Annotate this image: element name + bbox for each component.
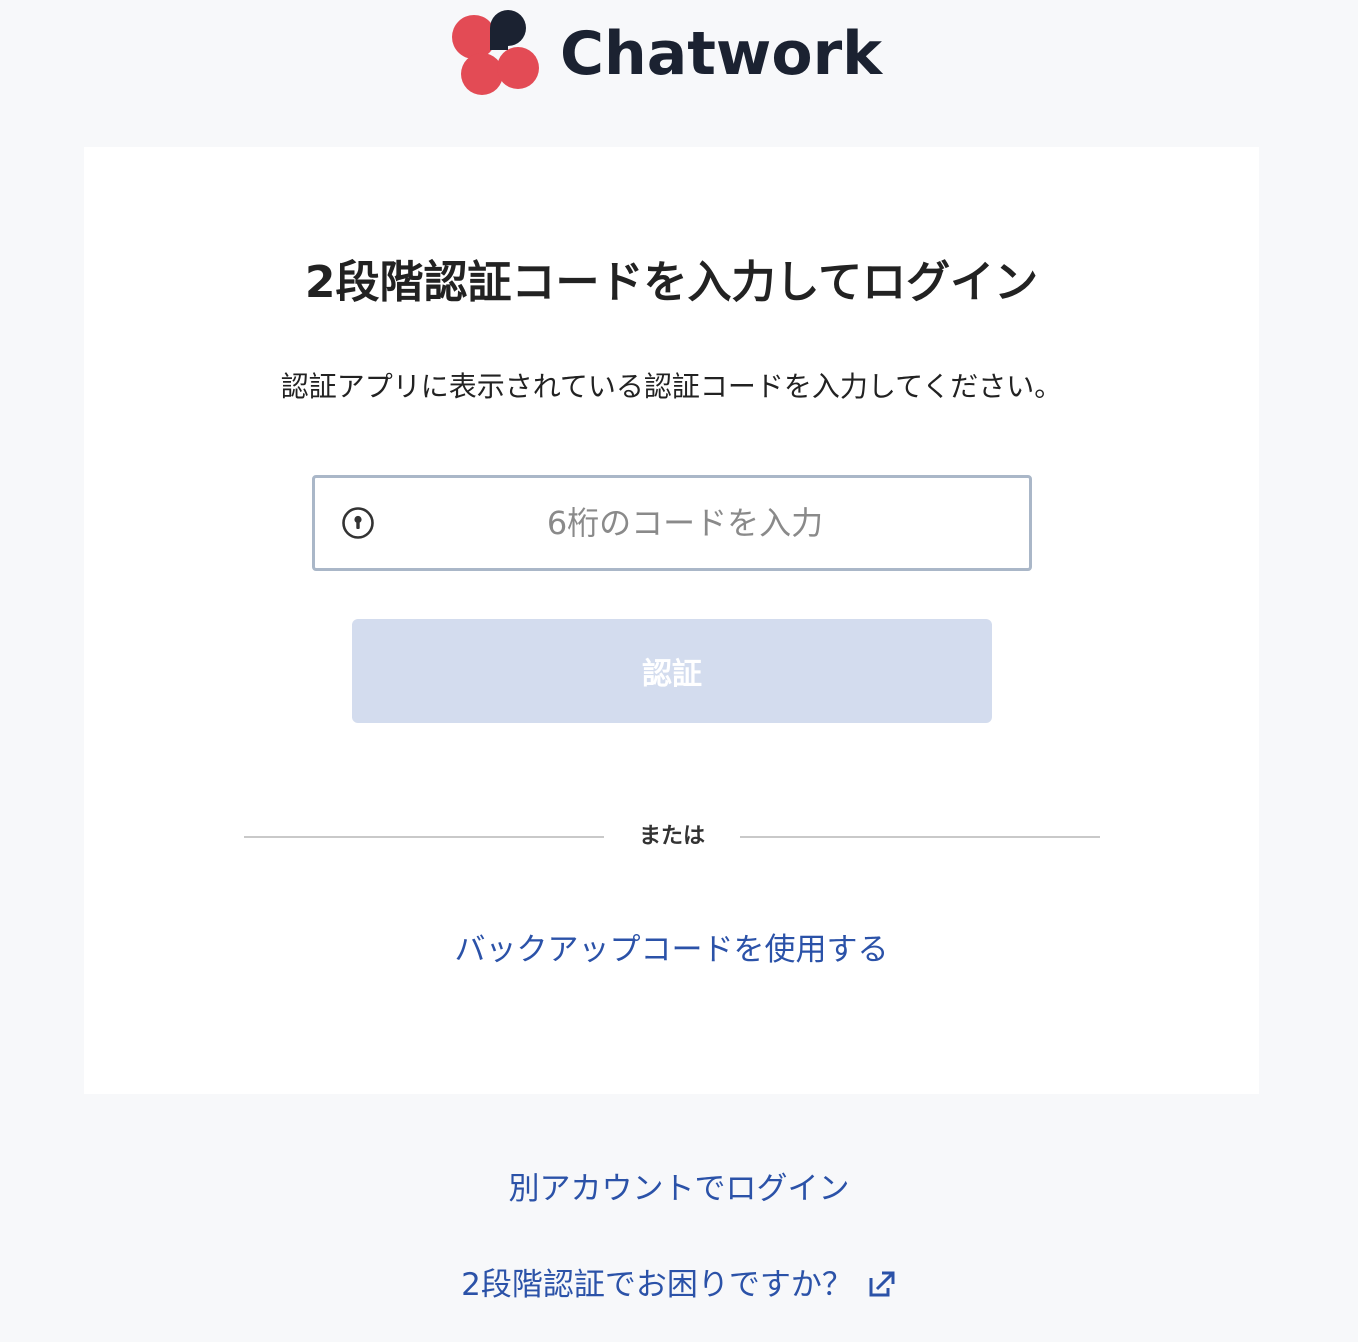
use-backup-code-link[interactable]: バックアップコードを使用する xyxy=(455,932,889,968)
divider-line-right xyxy=(740,836,1100,838)
other-account-row: 別アカウントでログイン xyxy=(0,1168,1358,1210)
two-factor-help-link[interactable]: 2段階認証でお困りですか？ xyxy=(461,1267,897,1303)
key-icon xyxy=(342,507,374,539)
page-title: 2段階認証コードを入力してログイン xyxy=(304,257,1039,308)
chatwork-flower-icon xyxy=(452,10,539,95)
or-divider: または xyxy=(244,819,1100,855)
login-other-account-link[interactable]: 別アカウントでログイン xyxy=(509,1171,850,1207)
backup-link-row: バックアップコードを使用する xyxy=(84,929,1259,971)
or-label: または xyxy=(638,824,705,849)
two-factor-card: 2段階認証コードを入力してログイン 認証アプリに表示されている認証コードを入力し… xyxy=(84,147,1259,1094)
brand-name: Chatwork xyxy=(560,19,883,89)
help-row: 2段階認証でお困りですか？ xyxy=(0,1264,1358,1306)
verify-button[interactable]: 認証 xyxy=(352,619,992,723)
chatwork-logo: Chatwork xyxy=(450,8,882,100)
code-input-field[interactable] xyxy=(312,475,1032,571)
divider-line-left xyxy=(244,836,604,838)
code-input[interactable] xyxy=(395,478,975,568)
external-link-icon xyxy=(869,1271,895,1296)
two-factor-help-label: 2段階認証でお困りですか？ xyxy=(461,1267,853,1303)
instruction-text: 認証アプリに表示されている認証コードを入力してください。 xyxy=(280,370,1063,403)
